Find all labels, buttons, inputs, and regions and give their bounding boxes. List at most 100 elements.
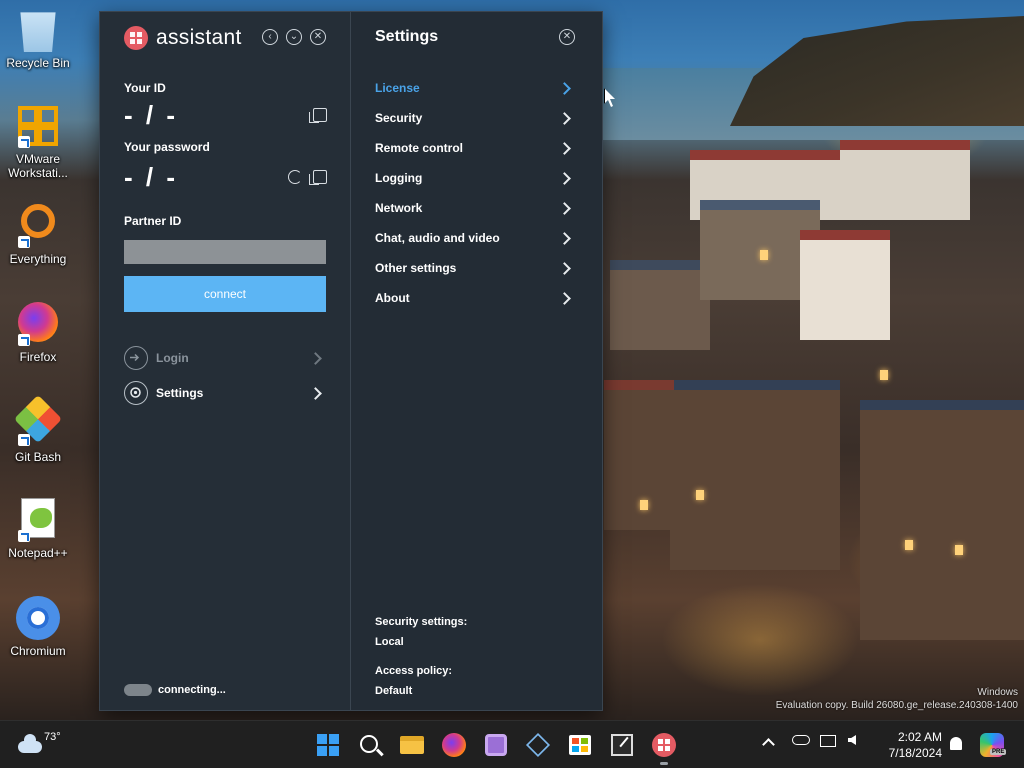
chromium-icon bbox=[16, 596, 60, 640]
close-button[interactable]: ✕ bbox=[310, 29, 326, 45]
chevron-right-icon bbox=[309, 386, 322, 400]
settings-item-security[interactable]: Security bbox=[375, 107, 575, 129]
settings-item-label: License bbox=[375, 81, 420, 95]
minimize-button[interactable]: ⌄ bbox=[286, 29, 302, 45]
settings-item-license[interactable]: License bbox=[375, 77, 575, 99]
login-label: Login bbox=[156, 351, 189, 365]
desktop-icon-label: Notepad++ bbox=[8, 546, 68, 560]
assistant-window: assistant ‹ ⌄ ✕ Your ID - / - Your passw… bbox=[100, 12, 602, 710]
refresh-password-icon[interactable] bbox=[288, 170, 302, 184]
desktop-icon-everything[interactable]: Everything bbox=[0, 204, 76, 266]
settings-title: Settings bbox=[375, 28, 439, 45]
chevron-right-icon bbox=[558, 201, 571, 215]
notification-bell-icon[interactable] bbox=[950, 737, 962, 750]
settings-close-button[interactable]: ✕ bbox=[559, 29, 575, 45]
settings-item-network[interactable]: Network bbox=[375, 197, 575, 219]
wallpaper-light bbox=[640, 500, 648, 510]
copy-id-icon[interactable] bbox=[309, 108, 327, 123]
wallpaper-light bbox=[955, 545, 963, 555]
taskbar-store[interactable] bbox=[564, 729, 596, 761]
taskbar-search-button[interactable] bbox=[354, 729, 386, 761]
speaker-muted-icon bbox=[848, 735, 856, 745]
connection-status: connecting... bbox=[124, 684, 226, 696]
shortcut-arrow-icon bbox=[18, 530, 30, 542]
access-policy-value: Default bbox=[375, 685, 413, 697]
settings-item-other-settings[interactable]: Other settings bbox=[375, 257, 575, 279]
terminal-icon bbox=[611, 734, 633, 756]
settings-item-logging[interactable]: Logging bbox=[375, 167, 575, 189]
your-password-value: - / - bbox=[124, 162, 178, 192]
assistant-logo-icon bbox=[652, 733, 676, 757]
desktop-icon-vmware[interactable]: VMware Workstati... bbox=[0, 104, 76, 180]
partner-id-label: Partner ID bbox=[124, 214, 182, 228]
store-icon bbox=[569, 735, 591, 755]
taskbar-file-explorer[interactable] bbox=[396, 729, 428, 761]
taskbar-assistant[interactable] bbox=[648, 729, 680, 765]
status-indicator bbox=[124, 684, 152, 696]
settings-item-label: Remote control bbox=[375, 141, 464, 155]
windows-logo-icon bbox=[317, 734, 339, 756]
desktop-icon-notepad-plus-plus[interactable]: Notepad++ bbox=[0, 498, 76, 560]
settings-item-label: About bbox=[375, 291, 410, 305]
onedrive-tray-icon[interactable] bbox=[792, 735, 810, 751]
show-hidden-icons-button[interactable] bbox=[762, 735, 780, 751]
settings-gear-icon bbox=[124, 381, 148, 405]
settings-item-label: Other settings bbox=[375, 261, 457, 275]
taskbar: 73° 2:02 AM 7/18/2024 PRE bbox=[0, 720, 1024, 768]
everything-icon bbox=[16, 204, 60, 248]
taskbar-virtualbox[interactable] bbox=[522, 729, 554, 761]
taskbar-firefox[interactable] bbox=[438, 729, 470, 761]
back-button[interactable]: ‹ bbox=[262, 29, 278, 45]
wallpaper-house bbox=[670, 380, 840, 570]
partner-id-input[interactable] bbox=[124, 240, 326, 264]
taskbar-app-purple[interactable] bbox=[480, 729, 512, 761]
evaluation-watermark: Windows Evaluation copy. Build 26080.ge_… bbox=[776, 686, 1018, 712]
running-indicator bbox=[660, 762, 668, 765]
access-policy-label: Access policy: bbox=[375, 665, 453, 677]
taskbar-clock[interactable]: 2:02 AM 7/18/2024 bbox=[882, 729, 942, 761]
copy-password-icon[interactable] bbox=[309, 170, 327, 185]
desktop-icon-chromium[interactable]: Chromium bbox=[0, 596, 76, 658]
desktop-icon-recycle-bin[interactable]: Recycle Bin bbox=[0, 8, 76, 70]
recycle-bin-icon bbox=[20, 12, 56, 52]
wallpaper-cliff bbox=[730, 16, 1024, 126]
your-id-value: - / - bbox=[124, 100, 178, 130]
clock-date: 7/18/2024 bbox=[888, 746, 942, 760]
desktop-icon-label: Chromium bbox=[10, 644, 66, 658]
volume-tray-icon[interactable] bbox=[848, 735, 864, 751]
wallpaper-light bbox=[905, 540, 913, 550]
brand: assistant bbox=[124, 24, 242, 52]
system-tray bbox=[762, 735, 864, 751]
wallpaper-house bbox=[604, 380, 674, 530]
shortcut-arrow-icon bbox=[18, 136, 30, 148]
close-icon: ✕ bbox=[562, 31, 572, 42]
desktop-icon-label: VMware Workstati... bbox=[8, 152, 68, 180]
wallpaper-house bbox=[610, 260, 710, 350]
chevron-down-icon: ⌄ bbox=[289, 31, 299, 42]
folder-icon bbox=[400, 736, 424, 754]
network-tray-icon[interactable] bbox=[820, 735, 836, 751]
settings-nav-item[interactable]: Settings bbox=[124, 381, 326, 405]
taskbar-terminal[interactable] bbox=[606, 729, 638, 761]
login-nav-item[interactable]: Login bbox=[124, 346, 326, 370]
watermark-line2: Evaluation copy. Build 26080.ge_release.… bbox=[775, 700, 1018, 711]
desktop-icon-label: Firefox bbox=[19, 350, 57, 364]
settings-item-chat-audio-video[interactable]: Chat, audio and video bbox=[375, 227, 575, 249]
wallpaper-light bbox=[880, 370, 888, 380]
desktop-icon-git-bash[interactable]: Git Bash bbox=[0, 394, 76, 464]
connect-button[interactable]: connect bbox=[124, 276, 326, 312]
weather-widget[interactable]: 73° bbox=[18, 731, 61, 753]
search-icon bbox=[359, 734, 378, 753]
assistant-logo-icon bbox=[124, 26, 148, 50]
shortcut-arrow-icon bbox=[18, 434, 30, 446]
security-settings-value: Local bbox=[375, 636, 404, 648]
settings-label: Settings bbox=[156, 386, 204, 400]
desktop-icon-firefox[interactable]: Firefox bbox=[0, 302, 76, 364]
login-icon bbox=[124, 346, 148, 370]
chevron-right-icon bbox=[558, 111, 571, 125]
settings-item-remote-control[interactable]: Remote control bbox=[375, 137, 575, 159]
start-button[interactable] bbox=[312, 729, 344, 761]
shortcut-arrow-icon bbox=[18, 334, 30, 346]
chevron-left-icon: ‹ bbox=[268, 31, 272, 42]
settings-item-about[interactable]: About bbox=[375, 287, 575, 309]
